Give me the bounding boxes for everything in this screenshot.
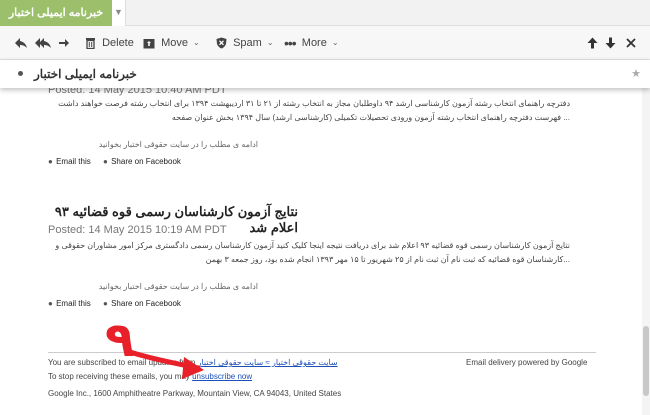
spam-button[interactable]: Spam ⌄ xyxy=(216,26,274,60)
unread-dot-icon xyxy=(18,71,23,76)
email-this-link[interactable]: Email this xyxy=(56,299,91,308)
shield-icon xyxy=(216,37,227,49)
message-toolbar: Delete Move ⌄ Spam ⌄ ••• More ⌄ xyxy=(0,26,650,60)
more-dots-icon: ••• xyxy=(284,35,297,52)
unsubscribe-link[interactable]: unsubscribe now xyxy=(192,372,252,381)
chevron-down-icon: ⌄ xyxy=(331,38,339,48)
previous-message-button[interactable] xyxy=(587,26,598,60)
arrow-down-icon xyxy=(605,37,616,49)
trash-icon xyxy=(86,38,95,50)
subject-title: خبرنامه ایمیلی اختبار xyxy=(34,67,137,81)
delivery-text: Email delivery powered by Google xyxy=(466,358,588,367)
close-button[interactable] xyxy=(626,26,636,60)
scrollbar[interactable] xyxy=(642,88,650,415)
move-label: Move xyxy=(161,37,188,50)
share-row: ● Email this ● Share on Facebook xyxy=(48,157,191,166)
bullet-icon: ● xyxy=(103,157,108,166)
subscribed-site-link[interactable]: سایت حقوقی اختبار ≈ سایت حقوقی اختبار xyxy=(198,358,338,367)
email-view: خبرنامه ایمیلی اختبار ▼ Delete Move ⌄ Sp… xyxy=(0,0,650,415)
post-date: Posted: 14 May 2015 10:19 AM PDT xyxy=(48,224,227,236)
email-this-link[interactable]: Email this xyxy=(56,157,91,166)
google-address: Google Inc., 1600 Amphitheatre Parkway, … xyxy=(48,389,342,398)
bullet-icon: ● xyxy=(103,299,108,308)
delete-label: Delete xyxy=(102,37,134,50)
read-more-link[interactable]: ادامه ی مطلب را در سایت حقوقی اختبار بخو… xyxy=(48,140,258,149)
share-facebook-link[interactable]: Share on Facebook xyxy=(111,299,181,308)
more-button[interactable]: ••• More ⌄ xyxy=(284,26,339,60)
post-excerpt-line: ... فهرست دفترچه راهنمای انتخاب رشته آزم… xyxy=(171,113,570,122)
chevron-down-icon: ⌄ xyxy=(266,38,274,48)
move-button[interactable]: Move ⌄ xyxy=(143,26,200,60)
stop-prefix: To stop receiving these emails, you may xyxy=(48,372,190,381)
unsubscribe-text: To stop receiving these emails, you may … xyxy=(48,372,252,381)
post-excerpt-line: ...کارشناسان قوه قضائیه که ثبت نام آن ثب… xyxy=(205,255,570,264)
tab-strip: خبرنامه ایمیلی اختبار ▼ xyxy=(0,0,650,26)
forward-button[interactable] xyxy=(58,26,70,60)
post-excerpt-line: نتایج آزمون کارشناسان رسمی قوه قضائیه ۹۳… xyxy=(55,241,570,250)
reply-all-button[interactable] xyxy=(35,26,52,60)
next-message-button[interactable] xyxy=(605,26,616,60)
read-more-link[interactable]: ادامه ی مطلب را در سایت حقوقی اختبار بخو… xyxy=(48,282,258,291)
delete-button[interactable]: Delete xyxy=(85,26,134,60)
share-facebook-link[interactable]: Share on Facebook xyxy=(111,157,181,166)
post-excerpt-line: دفترچه راهنمای انتخاب رشته آزمون کارشناس… xyxy=(58,99,570,108)
forward-icon xyxy=(59,39,69,48)
footer-divider xyxy=(48,352,596,353)
bullet-icon: ● xyxy=(48,157,53,166)
bullet-icon: ● xyxy=(48,299,53,308)
post-date: Posted: 14 May 2015 10:40 AM PDT xyxy=(48,88,227,96)
star-icon[interactable]: ★ xyxy=(631,60,641,88)
folder-move-icon xyxy=(143,38,155,49)
reply-button[interactable] xyxy=(14,26,28,60)
share-row: ● Email this ● Share on Facebook xyxy=(48,299,191,308)
more-label: More xyxy=(301,37,327,50)
subscribed-prefix: You are subscribed to email updates from xyxy=(48,358,196,367)
subject-bar: خبرنامه ایمیلی اختبار ★ xyxy=(0,60,650,88)
chevron-down-icon: ⌄ xyxy=(193,38,200,48)
reply-all-icon xyxy=(35,38,51,49)
arrow-up-icon xyxy=(587,37,598,49)
reply-icon xyxy=(15,38,27,49)
close-icon xyxy=(626,38,636,48)
tab-newsletter[interactable]: خبرنامه ایمیلی اختبار xyxy=(0,0,112,26)
subscribed-text: You are subscribed to email updates from… xyxy=(48,358,338,367)
spam-label: Spam xyxy=(233,37,262,50)
tab-dropdown-icon[interactable]: ▼ xyxy=(112,0,126,26)
scrollbar-thumb[interactable] xyxy=(643,326,649,396)
